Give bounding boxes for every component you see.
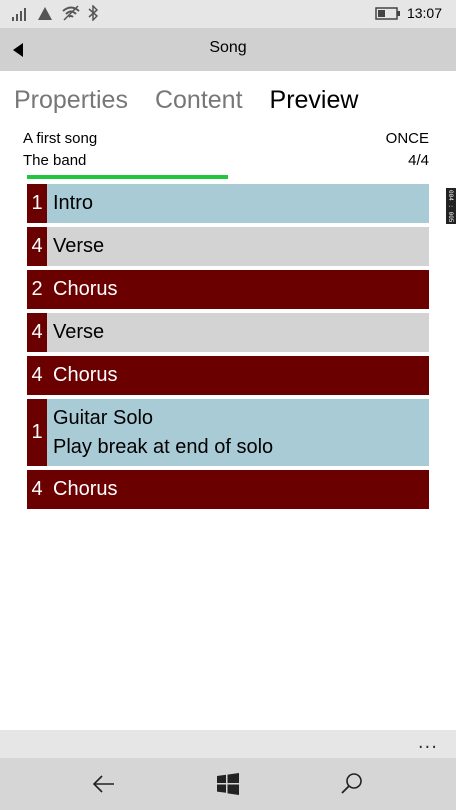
section-name: Guitar Solo — [53, 406, 154, 429]
no-signal-icon — [38, 7, 52, 20]
page-title: Song — [209, 39, 247, 56]
song-info: A first song ONCE The band 4/4 — [23, 128, 429, 172]
song-artist: The band — [23, 152, 87, 169]
section-list: 1 Intro 4 Verse 2 Chorus 4 Verse 4 Choru… — [27, 184, 429, 513]
section-count: 1 — [27, 184, 47, 223]
song-title: A first song — [23, 130, 98, 147]
signal-icon — [12, 8, 26, 21]
wifi-icon — [62, 5, 80, 21]
tab-preview[interactable]: Preview — [270, 86, 359, 122]
section-row[interactable]: 4 Chorus — [27, 356, 429, 395]
section-count: 4 — [31, 364, 43, 386]
section-row[interactable]: 2 Chorus — [27, 270, 429, 309]
repeat-mode: ONCE — [385, 130, 429, 147]
section-name: Verse — [53, 321, 105, 343]
section-name: Chorus — [53, 364, 118, 386]
app-bar: ... — [0, 730, 456, 758]
section-count: 2 — [31, 278, 43, 300]
tab-content[interactable]: Content — [155, 86, 243, 122]
battery-icon — [375, 7, 400, 20]
status-bar: 13:07 — [0, 0, 456, 28]
more-options-button[interactable]: ... — [418, 732, 438, 753]
scroll-indicator: 004 : 005 — [446, 188, 456, 224]
nav-back-icon[interactable] — [91, 771, 117, 797]
section-row[interactable]: 4 Verse — [27, 313, 429, 352]
windows-logo-icon[interactable] — [215, 771, 241, 797]
section-count: 4 — [27, 313, 47, 352]
section-row[interactable]: 4 Verse — [27, 227, 429, 266]
section-count: 4 — [31, 478, 43, 500]
scroll-indicator-label: 004 : 005 — [447, 190, 454, 223]
section-name: Verse — [53, 235, 105, 257]
section-name: Intro — [53, 192, 94, 214]
tab-properties[interactable]: Properties — [14, 86, 128, 122]
section-row[interactable]: 1 Guitar Solo Play break at end of solo — [27, 399, 429, 466]
section-count: 1 — [27, 399, 47, 466]
time-signature: 4/4 — [408, 152, 429, 169]
pivot-tabs: Properties Content Preview — [14, 86, 358, 122]
section-name: Chorus — [53, 478, 118, 500]
section-row[interactable]: 1 Intro — [27, 184, 429, 223]
title-bar: Song — [0, 28, 456, 71]
bluetooth-icon — [88, 5, 98, 21]
progress-bar — [27, 175, 228, 179]
system-nav-bar — [0, 758, 456, 810]
search-icon[interactable] — [339, 771, 365, 797]
section-name: Chorus — [53, 278, 118, 300]
section-count: 4 — [27, 227, 47, 266]
section-row[interactable]: 4 Chorus — [27, 470, 429, 509]
clock: 13:07 — [406, 5, 442, 21]
section-note: Play break at end of solo — [53, 435, 274, 458]
